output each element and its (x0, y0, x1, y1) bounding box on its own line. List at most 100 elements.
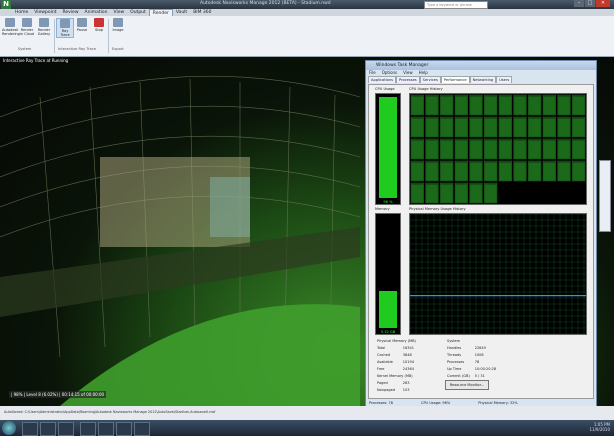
memory-fill (379, 291, 397, 328)
ie-icon[interactable] (22, 422, 38, 436)
cpu-core-fill (484, 140, 497, 159)
autosave-status: AutoSaved: C:\Users\Administrator\AppDat… (4, 410, 216, 414)
cpu-core-fill (528, 162, 541, 181)
tab-networking[interactable]: Networking (469, 76, 497, 83)
tab-review[interactable]: Review (59, 9, 81, 16)
task-manager-window[interactable]: Windows Task Manager File Options View H… (365, 60, 597, 408)
window-controls: – □ ✕ (574, 0, 610, 7)
cpu-core-fill (514, 140, 526, 159)
cpu-core-fill (484, 184, 497, 203)
pause-icon (77, 18, 87, 27)
image-export-button[interactable]: Image (110, 18, 126, 32)
navigation-bar[interactable] (599, 160, 611, 232)
app-icon-2[interactable] (98, 422, 114, 436)
cpu-usage-fill (379, 96, 397, 198)
gallery-icon (39, 18, 49, 27)
ray-trace-progress: | 98% | Level 8 (6.02%) | 00:14:15 of 00… (9, 391, 107, 398)
cpu-core-fill (440, 140, 453, 159)
app-icon-3[interactable] (116, 422, 132, 436)
close-icon[interactable]: ✕ (596, 0, 610, 7)
cpu-core-fill (572, 118, 585, 137)
stop-button[interactable]: Stop (91, 18, 107, 32)
tab-performance[interactable]: Performance (440, 76, 470, 83)
viewport-label: Interactive Ray Trace at Running (3, 58, 69, 63)
autodesk-rendering-button[interactable]: Autodesk Rendering (2, 18, 20, 36)
cpu-core-fill (499, 96, 512, 115)
cpu-core-fill (440, 162, 453, 181)
cpu-core-fill (558, 140, 570, 159)
tab-viewpoint[interactable]: Viewpoint (31, 9, 59, 16)
stop-icon (94, 18, 104, 27)
cpu-core-fill (470, 140, 482, 159)
cpu-core-fill (572, 162, 585, 181)
tab-users[interactable]: Users (496, 76, 513, 83)
cpu-core-fill (455, 162, 468, 181)
tab-home[interactable]: Home (12, 9, 31, 16)
cpu-core-fill (528, 96, 541, 115)
cpu-core-fill (426, 140, 438, 159)
ray-trace-icon (60, 19, 70, 28)
cpu-core-fill (514, 162, 526, 181)
resource-monitor-button[interactable]: Resource Monitor... (445, 380, 489, 390)
ray-trace-button[interactable]: Ray Trace (56, 18, 74, 38)
cpu-core-fill (426, 184, 438, 203)
group-label-export: Export (112, 47, 124, 51)
tab-output[interactable]: Output (127, 9, 149, 16)
minimize-icon[interactable]: – (574, 0, 584, 7)
cpu-core-fill (411, 184, 424, 203)
cpu-core-fill (455, 140, 468, 159)
cpu-core-fill (411, 140, 424, 159)
cpu-core-fill (484, 96, 497, 115)
cpu-usage-label: CPU Usage (375, 87, 395, 91)
media-player-icon[interactable] (58, 422, 74, 436)
tab-bim360[interactable]: BIM 360 (190, 9, 214, 16)
explorer-icon[interactable] (40, 422, 56, 436)
render-gallery-button[interactable]: Render Gallery (36, 18, 52, 36)
navisworks-app-icon[interactable]: N (1, 0, 11, 9)
cpu-core-fill (455, 96, 468, 115)
search-input[interactable]: Type a keyword or phrase (424, 1, 488, 9)
system-stats: System Handles 22649 Threads 1006 Processe… (447, 339, 497, 378)
performance-panel: CPU Usage 96 % CPU Usage History Memory … (368, 84, 594, 399)
cpu-core-fill (411, 118, 424, 137)
navisworks-taskbar-icon[interactable] (134, 422, 150, 436)
cpu-core-fill (514, 118, 526, 137)
tab-animation[interactable]: Animation (82, 9, 111, 16)
tab-services[interactable]: Services (419, 76, 441, 83)
cpu-core-fill (426, 162, 438, 181)
pause-button[interactable]: Pause (74, 18, 90, 32)
image-icon (113, 18, 123, 27)
tab-vault[interactable]: Vault (173, 9, 190, 16)
memory-history-graph (409, 213, 587, 335)
cpu-usage-history-graph (409, 93, 587, 205)
physical-memory-stats: Physical Memory (MB) Total 16341 Cached 38… (377, 339, 416, 392)
task-manager-title: Windows Task Manager (366, 61, 596, 70)
title-bar: N Autodesk Navisworks Manage 2012 (BETA)… (0, 0, 614, 9)
cpu-core-fill (470, 162, 482, 181)
task-manager-tabs: Applications Processes Services Performa… (366, 76, 596, 83)
tab-applications[interactable]: Applications (368, 76, 396, 83)
app-icon-1[interactable] (80, 422, 96, 436)
ribbon: Autodesk Rendering Render in Cloud Rende… (0, 16, 614, 57)
ribbon-separator (108, 19, 109, 53)
cpu-core-fill (543, 118, 556, 137)
cpu-core-fill (543, 140, 556, 159)
cpu-core-fill (440, 184, 453, 203)
maximize-icon[interactable]: □ (585, 0, 595, 7)
cpu-core-fill (411, 96, 424, 115)
tab-view[interactable]: View (110, 9, 127, 16)
tab-processes[interactable]: Processes (395, 76, 420, 83)
system-tray-clock[interactable]: 1:05 PM 11/9/2010 (589, 422, 610, 432)
start-button[interactable] (2, 421, 16, 435)
cpu-core-fill (484, 162, 497, 181)
cpu-usage-value: 96 % (383, 200, 393, 204)
cpu-core-fill (470, 184, 482, 203)
cpu-usage-gauge: 96 % (375, 93, 401, 205)
app-status-bar: AutoSaved: C:\Users\Administrator\AppDat… (0, 406, 614, 420)
cpu-core-fill (558, 118, 570, 137)
cloud-icon (22, 18, 32, 27)
memory-gauge: 5.32 GB (375, 213, 401, 335)
cpu-core-fill (558, 162, 570, 181)
cpu-history-label: CPU Usage History (409, 87, 443, 91)
render-in-cloud-button[interactable]: Render in Cloud (19, 18, 35, 36)
